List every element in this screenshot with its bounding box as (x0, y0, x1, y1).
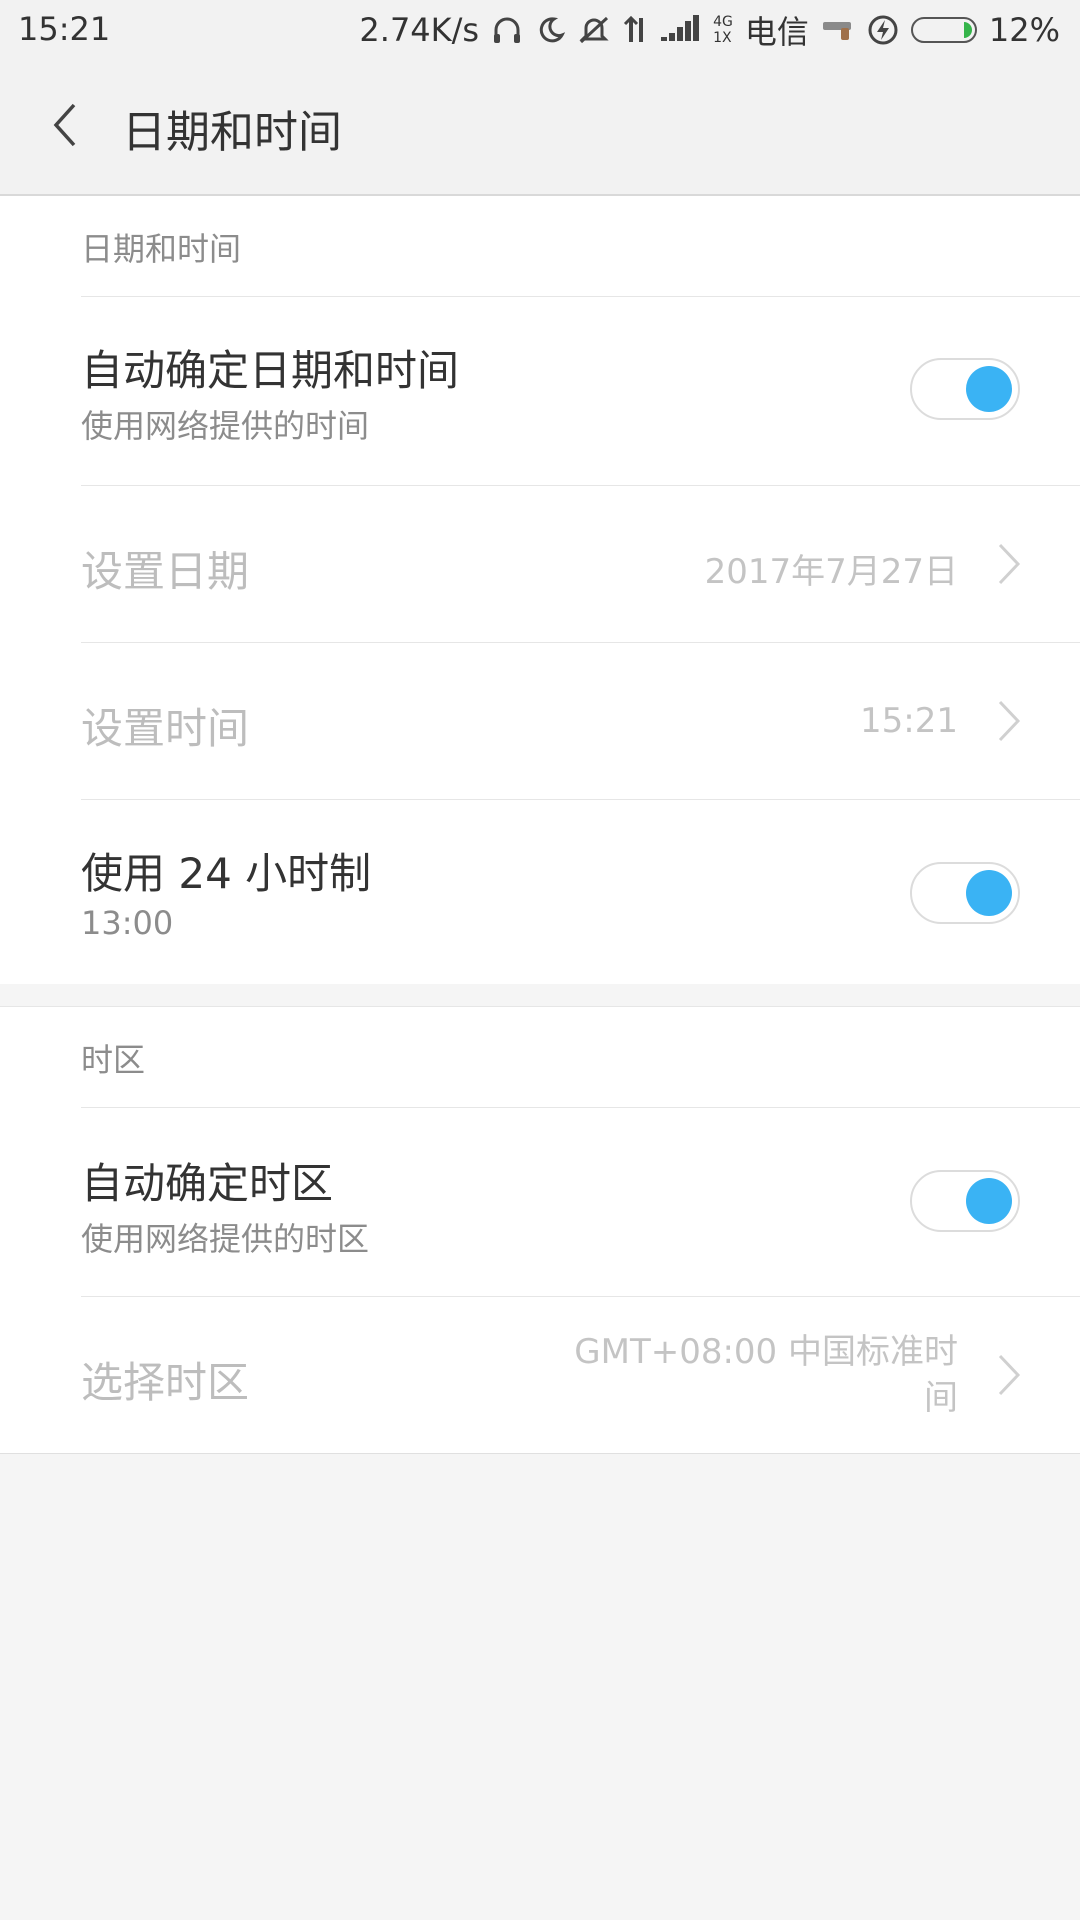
section-datetime: 日期和时间 自动确定日期和时间 使用网络提供的时间 设置日期 2017年7月27… (0, 196, 1080, 984)
select-timezone-value-line1: GMT+08:00 中国标准时 (574, 1332, 958, 1372)
battery-icon (910, 17, 977, 43)
set-date-title: 设置日期 (81, 547, 250, 596)
action-bar: 日期和时间 (0, 60, 1080, 196)
status-icons: 2.74K/s 4G 1X 电信 12% (359, 8, 1060, 52)
chevron-left-icon (53, 103, 76, 147)
auto-timezone-toggle[interactable] (910, 1170, 1020, 1232)
chevron-right-icon (998, 700, 1021, 742)
auto-timezone-title: 自动确定时区 (81, 1159, 334, 1208)
chevron-right-icon (998, 543, 1021, 585)
set-time-title: 设置时间 (81, 704, 250, 753)
auto-datetime-title: 自动确定日期和时间 (81, 346, 460, 395)
select-timezone-value: GMT+08:00 中国标准时 间 (574, 1329, 958, 1421)
use-24h-toggle[interactable] (910, 862, 1020, 924)
data-arrows-icon (624, 15, 644, 42)
set-date-row[interactable]: 设置日期 2017年7月27日 (81, 486, 1080, 643)
battery-percent: 12% (988, 11, 1060, 49)
auto-datetime-toggle[interactable] (910, 358, 1020, 420)
auto-timezone-row[interactable]: 自动确定时区 使用网络提供的时区 (81, 1108, 1080, 1297)
back-button[interactable] (30, 90, 100, 160)
mute-icon (579, 16, 609, 44)
gun-icon (822, 22, 851, 40)
auto-timezone-subtitle: 使用网络提供的时区 (81, 1220, 370, 1258)
auto-datetime-subtitle: 使用网络提供的时间 (81, 407, 370, 445)
battery-fill (963, 22, 972, 38)
carrier-name: 电信 (744, 13, 809, 51)
network-type: 4G 1X (713, 14, 733, 46)
page-title: 日期和时间 (122, 107, 342, 158)
auto-datetime-row[interactable]: 自动确定日期和时间 使用网络提供的时间 (81, 297, 1080, 486)
status-bar: 15:21 2.74K/s 4G 1X 电信 12% (0, 0, 1080, 60)
moon-icon (539, 17, 566, 43)
set-time-row[interactable]: 设置时间 15:21 (81, 643, 1080, 800)
toggle-knob (966, 366, 1012, 412)
select-timezone-row[interactable]: 选择时区 GMT+08:00 中国标准时 间 (81, 1297, 1080, 1453)
set-time-value: 15:21 (860, 701, 958, 741)
section-header-datetime: 日期和时间 (81, 196, 1080, 297)
screen: 15:21 2.74K/s 4G 1X 电信 12% 日期和时间 日期和时间 自… (0, 0, 1080, 1920)
use-24h-title: 使用 24 小时制 (81, 849, 372, 898)
select-timezone-value-line2: 间 (924, 1378, 958, 1418)
headphones-icon (494, 17, 521, 43)
signal-icon (661, 15, 700, 41)
charging-icon (868, 15, 898, 45)
section-timezone: 时区 自动确定时区 使用网络提供的时区 选择时区 GMT+08:00 中国标准时… (0, 1006, 1080, 1454)
set-date-value: 2017年7月27日 (704, 552, 958, 592)
net-speed: 2.74K/s (359, 11, 480, 49)
toggle-knob (966, 1178, 1012, 1224)
select-timezone-title: 选择时区 (81, 1358, 250, 1407)
toggle-knob (966, 870, 1012, 916)
section-header-timezone: 时区 (81, 1007, 1080, 1108)
use-24h-subtitle: 13:00 (81, 904, 174, 942)
status-time: 15:21 (18, 10, 111, 48)
use-24h-row[interactable]: 使用 24 小时制 13:00 (81, 800, 1080, 986)
chevron-right-icon (998, 1354, 1021, 1396)
